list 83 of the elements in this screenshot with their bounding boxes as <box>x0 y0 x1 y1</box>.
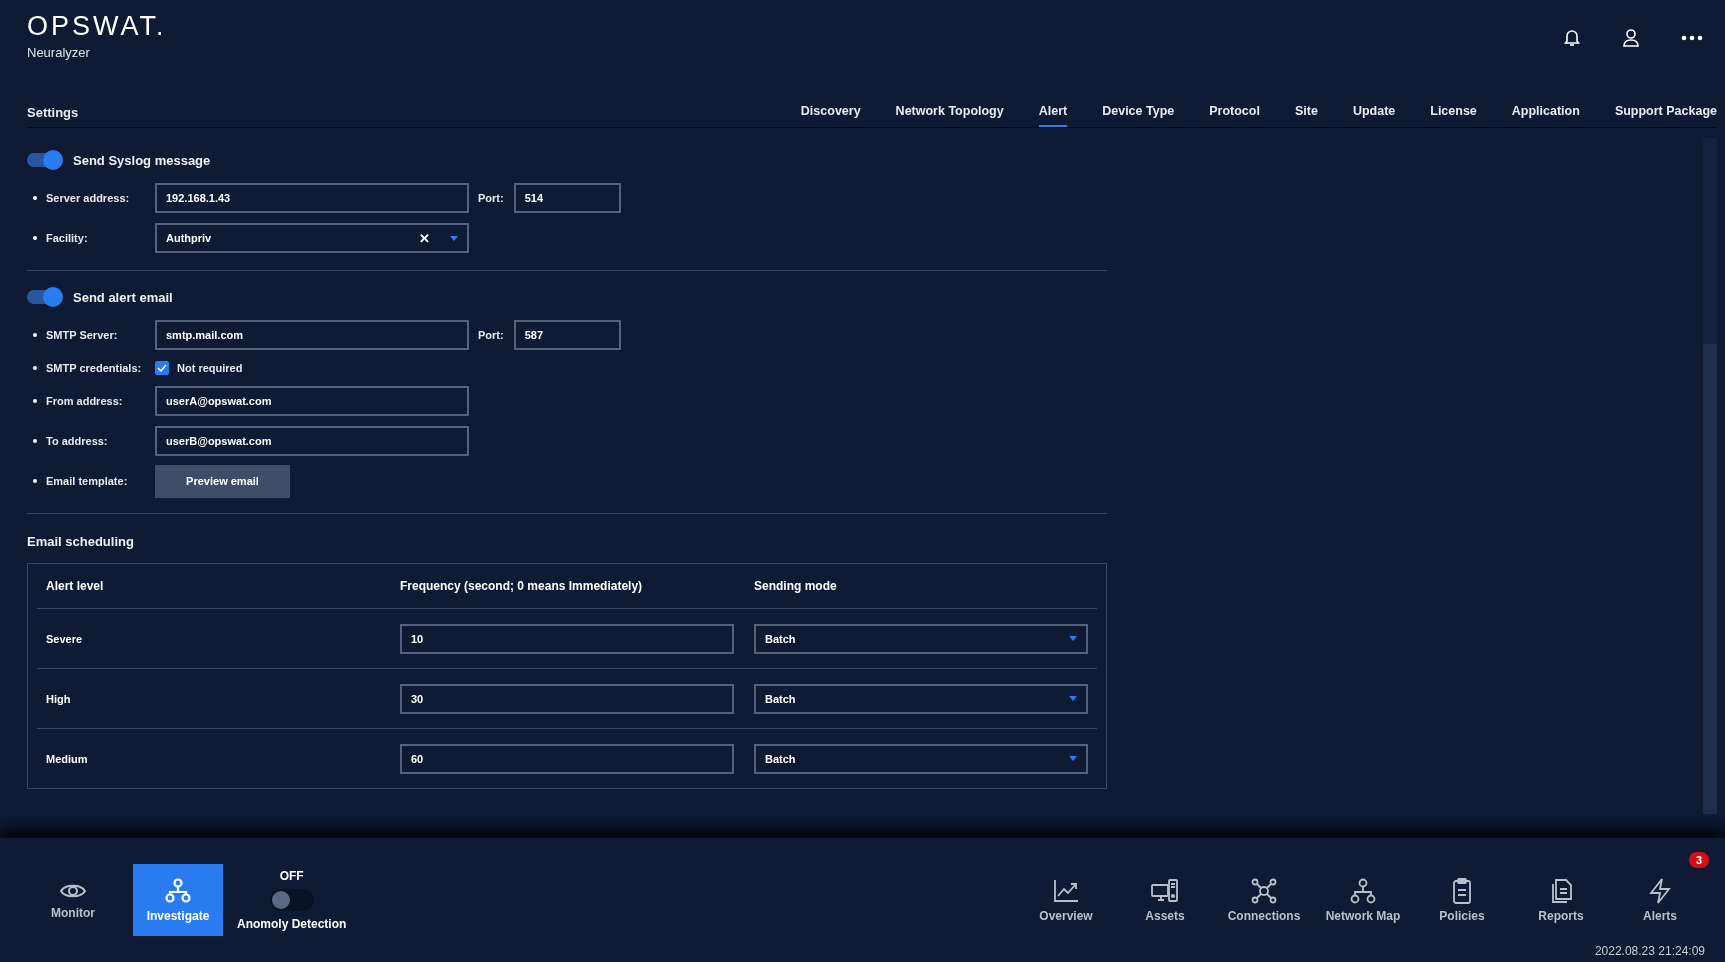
input-field[interactable]: smtp.mail.com <box>155 320 469 350</box>
user-icon[interactable] <box>1622 28 1640 47</box>
settings-tab[interactable]: Application <box>1511 104 1580 127</box>
column-header: Frequency (second; 0 means Immediately) <box>399 579 644 593</box>
nav-button[interactable]: Reports <box>1516 864 1606 936</box>
input-field[interactable]: 192.168.1.43 <box>155 183 469 213</box>
timestamp: 2022.08.23 21:24:09 <box>1594 944 1705 958</box>
settings-tab[interactable]: Support Package <box>1614 104 1717 127</box>
input-field[interactable]: 60 <box>400 743 734 774</box>
bullet-icon <box>33 196 37 200</box>
input-field[interactable]: userB@opswat.com <box>155 426 469 456</box>
toggle-switch[interactable] <box>269 889 314 911</box>
section-label: Send Syslog message <box>73 152 211 168</box>
checkbox[interactable] <box>155 361 169 375</box>
nav-button[interactable]: Assets <box>1120 864 1210 936</box>
dropdown[interactable]: Authpriv ✕ <box>155 223 469 253</box>
field-label: Facility: <box>46 232 89 244</box>
input-field[interactable]: userA@opswat.com <box>155 386 469 416</box>
notifications-icon[interactable] <box>1563 28 1581 47</box>
settings-tab[interactable]: Discovery <box>800 104 861 127</box>
input-field[interactable]: 587 <box>513 320 621 350</box>
field-label: Server address: <box>46 192 131 204</box>
bullet-icon <box>33 479 37 483</box>
toggle-switch[interactable] <box>27 153 61 167</box>
caret-icon <box>1069 696 1077 701</box>
settings-title: Settings <box>27 105 79 122</box>
toggle-switch[interactable] <box>27 290 61 304</box>
more-icon[interactable] <box>1681 34 1703 41</box>
nav-button[interactable]: Investigate <box>133 864 223 936</box>
bullet-icon <box>33 439 37 443</box>
input-field[interactable]: 514 <box>513 183 621 213</box>
nav-button[interactable]: Policies <box>1417 864 1507 936</box>
dropdown[interactable]: Batch <box>754 683 1088 714</box>
settings-tab[interactable]: Protocol <box>1209 104 1260 127</box>
column-header: Sending mode <box>753 579 838 593</box>
field-label: To address: <box>46 435 109 447</box>
settings-tab[interactable]: Site <box>1294 104 1318 127</box>
caret-icon <box>450 235 458 241</box>
caret-icon <box>1069 756 1077 761</box>
dropdown[interactable]: Batch <box>754 623 1088 654</box>
preview-email-button[interactable]: Preview email <box>155 464 290 498</box>
field-label: From address: <box>46 395 124 407</box>
field-label: Email template: <box>46 475 129 487</box>
nav-button[interactable]: Monitor <box>37 864 109 936</box>
input-field[interactable]: 30 <box>400 683 734 714</box>
settings-tab[interactable]: License <box>1430 104 1477 127</box>
toggle-state: OFF <box>279 869 304 883</box>
logo: OPSWAT. <box>27 11 167 41</box>
bullet-icon <box>33 236 37 240</box>
settings-tab[interactable]: Network Topology <box>895 104 1004 127</box>
hierarchy-icon <box>1349 877 1377 904</box>
caret-icon <box>1069 636 1077 641</box>
column-header: Alert level <box>45 579 105 593</box>
table-cell-text: High <box>45 692 72 705</box>
scrollbar[interactable] <box>1703 138 1717 814</box>
bullet-icon <box>33 366 37 370</box>
section-title: Email scheduling <box>27 534 135 549</box>
bullet-icon <box>33 399 37 403</box>
table-cell-text: Medium <box>45 752 89 765</box>
network-icon <box>1250 877 1278 904</box>
lightning-icon <box>1646 877 1674 904</box>
hierarchy-icon <box>165 877 191 904</box>
product-name: Neuralyzer <box>27 45 91 60</box>
section-label: Send alert email <box>73 289 173 305</box>
field-label: SMTP credentials: <box>46 362 143 374</box>
input-field[interactable]: 10 <box>400 623 734 654</box>
field-label: Port: <box>478 329 504 341</box>
settings-tab[interactable]: Update <box>1352 104 1396 127</box>
field-label: SMTP Server: <box>46 329 119 341</box>
computer-icon <box>1151 877 1179 904</box>
field-label: Port: <box>478 192 504 204</box>
dropdown[interactable]: Batch <box>754 743 1088 774</box>
chart-icon <box>1052 877 1080 904</box>
settings-tab[interactable]: Device Type <box>1102 104 1175 127</box>
count-badge: 3 <box>1688 852 1709 868</box>
checkbox-label: Not required <box>177 362 243 374</box>
toggle-label: Anomoly Detection <box>237 917 347 931</box>
nav-button[interactable]: Overview <box>1021 864 1111 936</box>
nav-button[interactable]: Connections <box>1219 864 1309 936</box>
nav-button[interactable]: Network Map <box>1318 864 1408 936</box>
table-cell-text: Severe <box>45 632 84 645</box>
bullet-icon <box>33 333 37 337</box>
settings-tab[interactable]: Alert <box>1038 104 1068 127</box>
